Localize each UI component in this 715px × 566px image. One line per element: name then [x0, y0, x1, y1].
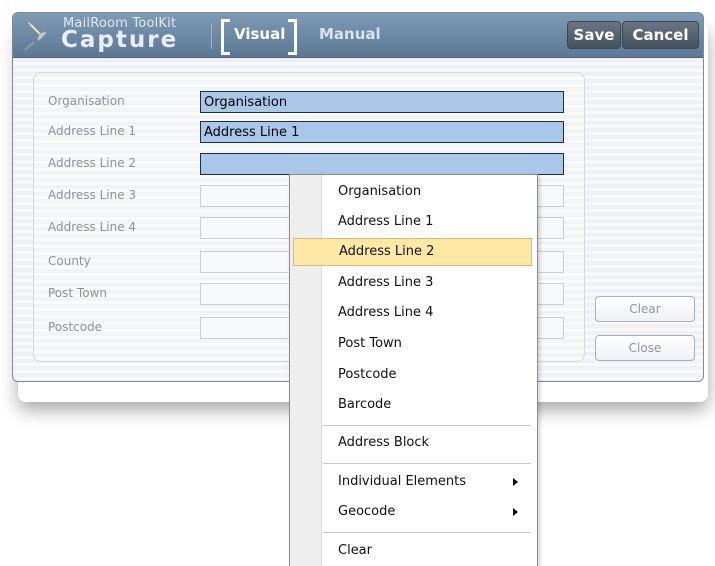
label-county: County [48, 254, 91, 268]
header-divider [211, 23, 212, 49]
label-address-line-1: Address Line 1 [48, 124, 137, 138]
close-button[interactable]: Close [595, 335, 695, 361]
menu-separator [323, 425, 531, 426]
menu-item-individual-elements[interactable]: Individual Elements [293, 468, 532, 496]
menu-item-label: Individual Elements [338, 474, 467, 489]
menu-item-address-line-4[interactable]: Address Line 4 [293, 299, 532, 327]
menu-item-address-line-3[interactable]: Address Line 3 [293, 269, 532, 297]
label-organisation: Organisation [48, 94, 125, 108]
menu-item-label: Geocode [338, 504, 396, 519]
label-post-town: Post Town [48, 286, 107, 300]
label-address-line-2: Address Line 2 [48, 156, 137, 170]
context-menu: Organisation Address Line 1 Address Line… [289, 174, 538, 566]
address-line-1-input[interactable]: Address Line 1 [200, 121, 564, 143]
label-address-line-4: Address Line 4 [48, 220, 137, 234]
menu-item-postcode[interactable]: Postcode [293, 361, 532, 389]
pushpin-icon [24, 20, 48, 51]
label-postcode: Postcode [48, 320, 103, 334]
menu-separator [323, 463, 531, 464]
menu-item-address-line-2[interactable]: Address Line 2 [293, 238, 532, 266]
menu-item-address-line-1[interactable]: Address Line 1 [293, 208, 532, 236]
menu-separator [323, 532, 531, 533]
clear-button[interactable]: Clear [595, 296, 695, 322]
organisation-input[interactable]: Organisation [200, 91, 564, 113]
label-address-line-3: Address Line 3 [48, 188, 137, 202]
brand-title: Capture [61, 27, 179, 53]
menu-item-post-town[interactable]: Post Town [293, 330, 532, 358]
menu-item-barcode[interactable]: Barcode [293, 391, 532, 419]
menu-item-clear[interactable]: Clear [293, 537, 532, 565]
tab-bracket-right [288, 19, 297, 55]
menu-item-organisation[interactable]: Organisation [293, 178, 532, 206]
tab-visual[interactable]: Visual [234, 25, 285, 43]
submenu-arrow-icon [513, 478, 518, 486]
tab-manual[interactable]: Manual [319, 25, 381, 43]
save-button[interactable]: Save [567, 21, 621, 49]
submenu-arrow-icon [513, 508, 518, 516]
menu-item-geocode[interactable]: Geocode [293, 498, 532, 526]
window-header: MailRoom ToolKit Capture Visual Manual S… [13, 13, 703, 58]
tab-bracket-left [221, 19, 230, 55]
cancel-button[interactable]: Cancel [622, 21, 699, 49]
address-line-2-input[interactable] [200, 153, 564, 175]
menu-item-address-block[interactable]: Address Block [293, 429, 532, 457]
